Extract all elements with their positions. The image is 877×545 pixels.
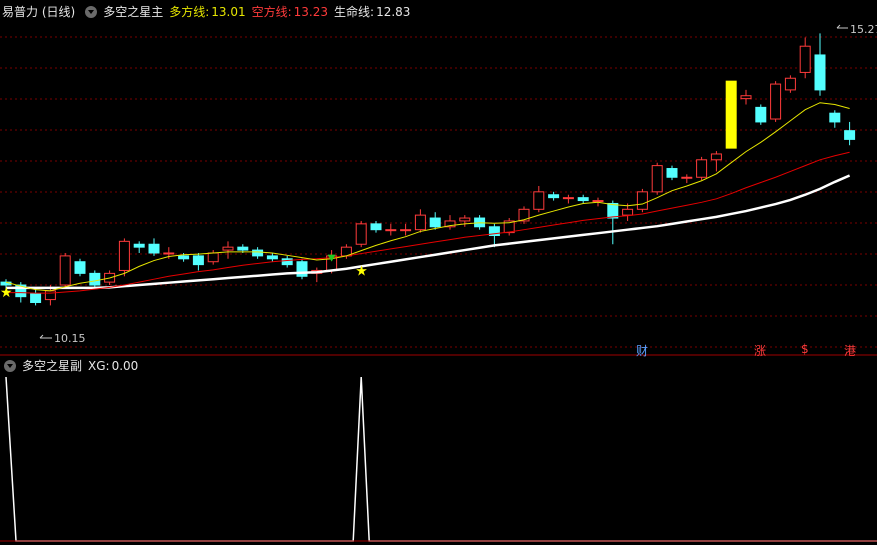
candle-body: [666, 168, 678, 178]
candle-body: [622, 208, 634, 216]
short-line: [6, 151, 850, 294]
long-line-label: 多方线:: [169, 5, 210, 19]
short-line-label: 空方线:: [251, 5, 292, 19]
candle-body: [385, 229, 397, 232]
candle-body: [592, 200, 604, 203]
high-price-label: 15.27: [850, 23, 877, 36]
candle-body: [30, 293, 42, 303]
candle-body: [222, 246, 234, 251]
low-price-label: 10.15: [54, 332, 86, 345]
candle-body: [370, 223, 382, 231]
candles: [0, 33, 856, 306]
candle-body: [533, 191, 545, 210]
candle-body: [710, 153, 722, 161]
candle-body: [414, 214, 426, 231]
event-tag-hk[interactable]: 港: [844, 342, 856, 359]
grid-lines: [0, 36, 877, 348]
life-line-label: 生命线:: [334, 5, 375, 19]
sub-indicator-name: 多空之星副: [22, 359, 83, 373]
candle-body: [725, 80, 737, 149]
candle-body: [44, 290, 56, 301]
main-legend: 易普力 (日线) 多空之星主 多方线: 13.01 空方线: 13.23 生命线…: [0, 3, 416, 21]
candle-body: [163, 252, 175, 255]
xg-value: 0.00: [111, 359, 139, 373]
long-line-value: 13.01: [211, 5, 246, 19]
candle-body: [429, 217, 441, 228]
candle-body: [459, 217, 471, 222]
candle-body: [755, 106, 767, 123]
candle-body: [799, 45, 811, 73]
candle-body: [562, 197, 574, 200]
candle-body: [192, 255, 204, 266]
life-line-value: 12.83: [376, 5, 411, 19]
chevron-down-icon[interactable]: [85, 6, 98, 18]
price-chart[interactable]: ★ ★ 15.27 10.15: [0, 0, 877, 545]
candle-body: [89, 272, 101, 286]
star-icon: ★: [355, 263, 368, 279]
candle-body: [400, 229, 412, 232]
candle-body: [636, 191, 648, 210]
candle-body: [118, 240, 130, 271]
candle-body: [577, 197, 589, 202]
high-price-arrow: [836, 24, 848, 29]
chevron-down-icon[interactable]: [4, 360, 16, 372]
candle-body: [740, 95, 752, 100]
event-tag-limit-up[interactable]: 涨: [754, 342, 766, 359]
event-tag-finance[interactable]: 财: [636, 342, 648, 359]
candle-body: [237, 246, 249, 251]
short-line-value: 13.23: [293, 5, 329, 19]
xg-label: XG:: [88, 359, 110, 373]
sub-legend: 多空之星副 XG: 0.00: [0, 357, 144, 375]
candle-body: [148, 243, 160, 254]
candle-body: [548, 194, 560, 199]
candle-body: [651, 165, 663, 193]
candle-body: [770, 83, 782, 120]
candle-body: [681, 176, 693, 179]
candle-body: [355, 223, 367, 245]
stock-title: 易普力 (日线): [2, 5, 76, 19]
life-line: [6, 174, 851, 290]
candle-body: [844, 130, 856, 140]
candle-body: [696, 159, 708, 178]
candle-body: [814, 54, 826, 91]
main-indicator-name: 多空之星主: [103, 5, 164, 19]
xg-line: [5, 376, 877, 542]
candle-body: [74, 261, 86, 274]
star-icon: ★: [0, 285, 13, 301]
candle-body: [133, 243, 145, 248]
event-tag-dollar[interactable]: $: [801, 342, 809, 356]
candle-body: [607, 202, 619, 219]
candle-body: [178, 255, 190, 260]
candle-body: [207, 252, 219, 263]
candle-body: [266, 255, 278, 260]
candle-body: [59, 255, 71, 286]
candle-body: [252, 249, 264, 257]
candle-body: [829, 112, 841, 123]
candle-body: [784, 77, 796, 91]
low-price-arrow: [39, 334, 52, 339]
candle-body: [281, 258, 293, 266]
